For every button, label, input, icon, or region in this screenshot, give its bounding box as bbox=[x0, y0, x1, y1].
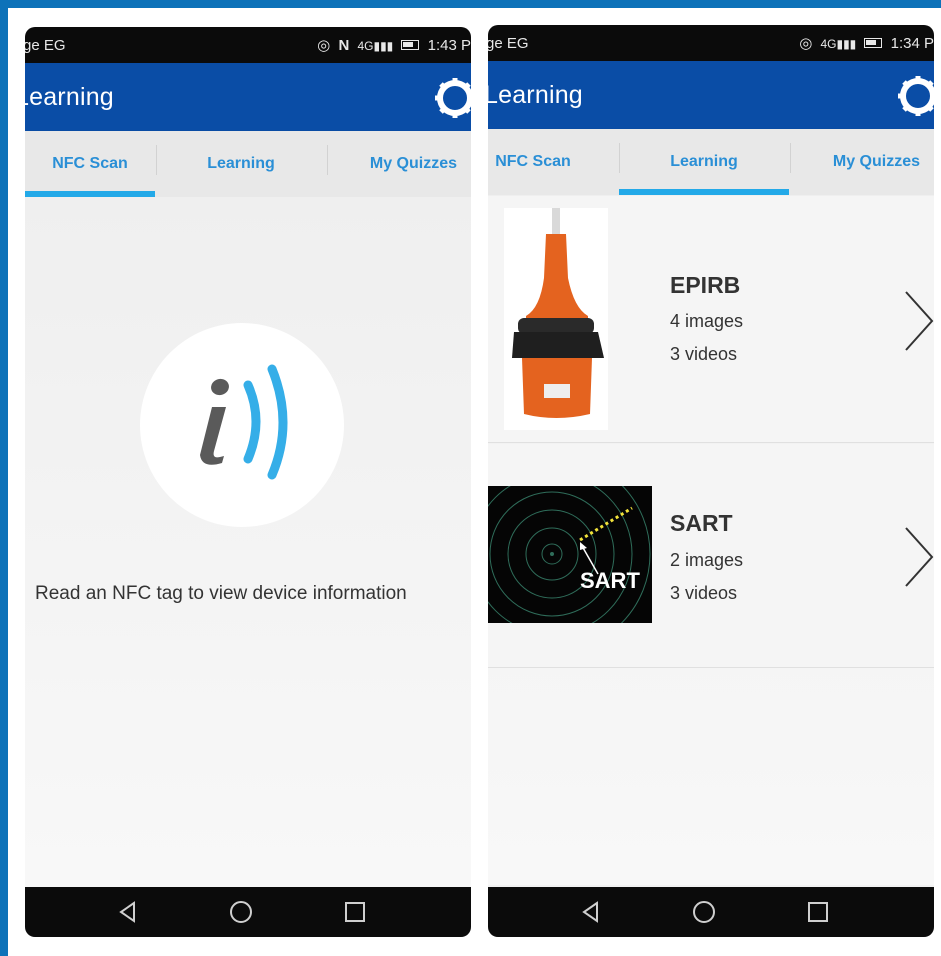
nfc-illustration bbox=[140, 323, 344, 527]
battery-icon bbox=[401, 40, 420, 50]
item-title: EPIRB bbox=[670, 272, 741, 298]
item-image-count: 2 images bbox=[670, 550, 744, 570]
item-image-count: 4 images bbox=[670, 311, 744, 331]
nfc-status-icon: N bbox=[338, 37, 350, 54]
nfc-scan-content bbox=[25, 197, 471, 887]
tab-bar: NFC Scan Learning My Quizzes bbox=[25, 131, 471, 197]
item-video-count: 3 videos bbox=[670, 583, 738, 603]
frame-border-left bbox=[0, 0, 8, 956]
tab-nfc-scan[interactable]: NFC Scan bbox=[488, 129, 578, 195]
sart-thumbnail-label: SART bbox=[580, 568, 640, 593]
system-nav-bar bbox=[488, 887, 934, 937]
carrier-label: ge EG bbox=[488, 35, 529, 52]
signal-icon: 4G▮▮▮ bbox=[820, 37, 857, 51]
system-nav-bar bbox=[25, 887, 471, 937]
nfc-instruction-text: Read an NFC tag to view device informati… bbox=[35, 583, 407, 604]
app-title: Learning bbox=[488, 81, 583, 109]
tab-my-quizzes[interactable]: My Quizzes bbox=[328, 131, 471, 197]
status-bar: ge EG ◎ N 4G▮▮▮ 1:43 P bbox=[25, 27, 471, 63]
list-item-sart[interactable]: SART SART 2 images 3 videos bbox=[488, 444, 934, 668]
back-triangle-icon[interactable] bbox=[115, 899, 141, 925]
clock: 1:34 P bbox=[890, 35, 934, 52]
status-icons: ◎ N 4G▮▮▮ 1:43 P bbox=[313, 36, 471, 54]
home-circle-icon[interactable] bbox=[228, 899, 254, 925]
list-item-epirb[interactable]: EPIRB 4 images 3 videos bbox=[488, 196, 934, 443]
battery-icon bbox=[864, 38, 883, 48]
signal-icon: 4G▮▮▮ bbox=[357, 39, 394, 53]
tab-my-quizzes[interactable]: My Quizzes bbox=[791, 129, 934, 195]
clock: 1:43 P bbox=[427, 37, 471, 54]
status-icons: ◎ 4G▮▮▮ 1:34 P bbox=[795, 34, 934, 52]
gear-icon[interactable] bbox=[433, 76, 471, 120]
app-bar: Learning bbox=[488, 61, 934, 129]
hotspot-icon: ◎ bbox=[799, 35, 813, 52]
tab-bar: NFC Scan Learning My Quizzes bbox=[488, 129, 934, 195]
app-title: Learning bbox=[25, 83, 114, 111]
tab-learning[interactable]: Learning bbox=[619, 129, 789, 195]
frame-border-top bbox=[0, 0, 941, 8]
app-bar: Learning bbox=[25, 63, 471, 131]
chevron-right-icon[interactable] bbox=[904, 290, 934, 352]
tab-learning[interactable]: Learning bbox=[156, 131, 326, 197]
status-bar: ge EG ◎ 4G▮▮▮ 1:34 P bbox=[488, 25, 934, 61]
nfc-info-icon bbox=[200, 364, 288, 480]
epirb-thumbnail bbox=[504, 208, 608, 430]
phone-screen-nfc-scan: ge EG ◎ N 4G▮▮▮ 1:43 P Learning NFC Scan… bbox=[25, 27, 471, 937]
item-title: SART bbox=[670, 510, 733, 536]
carrier-label: ge EG bbox=[25, 37, 66, 54]
phone-screen-learning: ge EG ◎ 4G▮▮▮ 1:34 P Learning NFC Scan L… bbox=[488, 25, 934, 937]
sart-thumbnail: SART bbox=[488, 486, 652, 623]
hotspot-icon: ◎ bbox=[317, 37, 331, 54]
recents-square-icon[interactable] bbox=[805, 899, 831, 925]
recents-square-icon[interactable] bbox=[342, 899, 368, 925]
tab-nfc-scan[interactable]: NFC Scan bbox=[25, 131, 155, 197]
chevron-right-icon[interactable] bbox=[904, 526, 934, 588]
back-triangle-icon[interactable] bbox=[578, 899, 604, 925]
item-video-count: 3 videos bbox=[670, 344, 738, 364]
home-circle-icon[interactable] bbox=[691, 899, 717, 925]
gear-icon[interactable] bbox=[896, 74, 934, 118]
